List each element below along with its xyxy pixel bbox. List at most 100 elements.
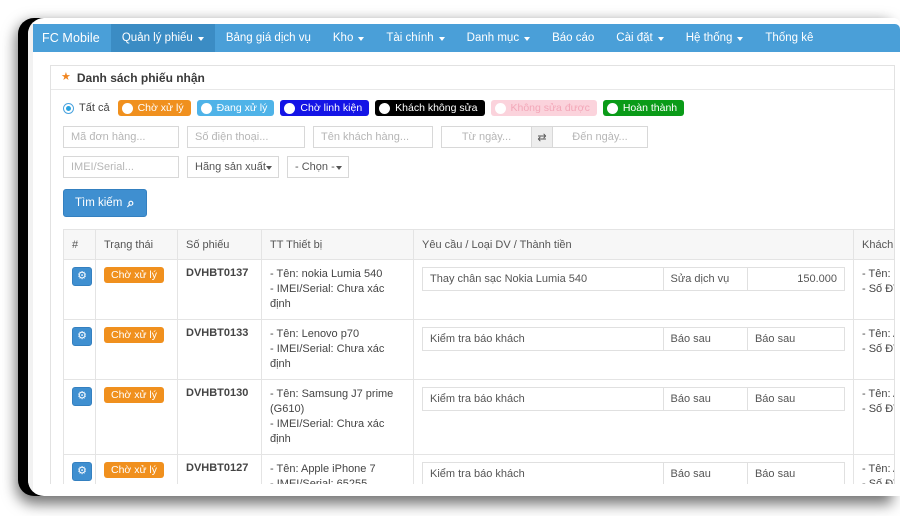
status-filter-label: Khách không sửa: [395, 102, 478, 114]
nav-item-4[interactable]: Danh mục: [456, 24, 541, 52]
table-row[interactable]: ⚙ Chờ xử lý DVHBT0127- Tên: Apple iPhone 7…: [63, 454, 894, 484]
chevron-down-icon: [358, 37, 365, 41]
nav-item-label: Kho: [332, 32, 354, 44]
nav-item-7[interactable]: Hệ thống: [675, 24, 755, 52]
nav-item-6[interactable]: Cài đặt: [605, 24, 674, 52]
request-amount: Báo sau: [746, 327, 846, 351]
to-date-input[interactable]: [553, 126, 648, 148]
gear-icon[interactable]: ⚙: [72, 462, 92, 481]
request-description: Thay chân sạc Nokia Lumia 540: [422, 267, 664, 291]
row-actions-cell: ⚙: [63, 319, 96, 380]
radio-dot-icon[interactable]: [121, 102, 133, 114]
request-cell: Kiểm tra báo khách Báo sau Báo sau: [413, 454, 854, 484]
status-filter-label: Hoàn thành: [622, 102, 678, 114]
gear-icon[interactable]: ⚙: [72, 387, 92, 406]
search-fields-row-2: Hãng sản xuất - Chọn -: [63, 156, 882, 178]
status-filter-3[interactable]: Chờ linh kiện: [280, 100, 370, 116]
manufacturer-select[interactable]: Hãng sản xuất: [187, 156, 279, 178]
status-filter-6[interactable]: Hoàn thành: [602, 100, 685, 116]
device-name-line: - Tên: Samsung J7 prime: [270, 388, 394, 400]
nav-item-3[interactable]: Tài chính: [375, 24, 455, 52]
column-header-device[interactable]: TT Thiết bị: [261, 229, 414, 260]
page-title: Danh sách phiếu nhận: [76, 70, 205, 85]
app-window: FC Mobile Quản lý phiếu Bảng giá dịch vụ K…: [28, 18, 900, 496]
device-imei-line: - IMEI/Serial: 65255: [270, 478, 368, 484]
request-service-type: Báo sau: [662, 387, 748, 411]
nav-item-1[interactable]: Bảng giá dịch vụ: [215, 24, 322, 52]
nav-item-2[interactable]: Kho: [322, 24, 375, 52]
column-header-index[interactable]: #: [63, 229, 96, 260]
manufacturer-select-label: Hãng sản xuất: [195, 161, 266, 173]
column-header-status[interactable]: Trạng thái: [95, 229, 178, 260]
model-select[interactable]: - Chọn -: [287, 156, 349, 178]
request-subtable-row: Kiểm tra báo khách Báo sau Báo sau: [422, 462, 846, 484]
status-cell: Chờ xử lý: [95, 259, 178, 320]
status-cell: Chờ xử lý: [95, 379, 178, 455]
device-info-cell: - Tên: Lenovo p70 - IMEI/Serial: Chưa xác…: [261, 319, 414, 380]
request-service-type: Báo sau: [662, 327, 748, 351]
status-filter-4[interactable]: Khách không sửa: [375, 100, 485, 116]
request-amount: Báo sau: [746, 387, 846, 411]
radio-dot-icon[interactable]: [200, 102, 212, 114]
device-info-cell: - Tên: nokia Lumia 540 - IMEI/Serial: Chư…: [261, 259, 414, 320]
status-cell: Chờ xử lý: [95, 319, 178, 380]
table-row[interactable]: ⚙ Chờ xử lý DVHBT0133 - Tên: Lenovo p70 - IM…: [63, 319, 894, 380]
device-imei-line: - IMEI/Serial: Chưa xác định: [270, 343, 385, 370]
radio-dot-icon[interactable]: [606, 102, 618, 114]
request-amount: Báo sau: [746, 462, 846, 484]
nav-item-5[interactable]: Báo cáo: [541, 24, 605, 52]
request-description: Kiểm tra báo khách: [422, 387, 664, 411]
phone-input[interactable]: [187, 126, 305, 148]
radio-dot-icon[interactable]: [494, 102, 506, 114]
nav-item-label: Báo cáo: [552, 32, 595, 44]
column-header-request[interactable]: Yêu cầu / Loại DV / Thành tiền: [413, 229, 854, 260]
gear-icon[interactable]: ⚙: [72, 327, 92, 346]
table-row[interactable]: ⚙ Chờ xử lý DVHBT0137- Tên: nokia Lumia 54…: [63, 259, 894, 320]
ticket-code-cell: DVHBT0137: [177, 259, 262, 320]
order-code-input[interactable]: [63, 126, 179, 148]
column-header-code[interactable]: Số phiếu: [177, 229, 262, 260]
swap-dates-icon[interactable]: ⇄: [531, 126, 553, 148]
row-actions-cell: ⚙: [63, 259, 96, 320]
customer-phone-line: - Số ĐT:: [862, 403, 894, 415]
radio-dot-icon[interactable]: [284, 102, 296, 114]
search-fields-row-1: ⇄: [63, 126, 882, 148]
ticket-code-cell: DVHBT0133: [177, 319, 262, 380]
ticket-code-cell: DVHBT0127: [177, 454, 262, 484]
request-cell: Kiểm tra báo khách Báo sau Báo sau: [413, 379, 854, 455]
chevron-down-icon: [524, 37, 531, 41]
request-service-type: Sửa dịch vụ: [662, 267, 748, 291]
nav-item-label: Quản lý phiếu: [121, 32, 193, 44]
radio-dot-icon[interactable]: [63, 102, 74, 114]
customer-phone-line: - Số ĐT:: [862, 283, 894, 295]
gear-icon[interactable]: ⚙: [72, 267, 92, 286]
column-header-customer[interactable]: Khách hàng: [853, 229, 894, 260]
status-filter-2[interactable]: Đang xử lý: [196, 100, 275, 116]
radio-dot-icon[interactable]: [379, 102, 391, 114]
customer-phone-line: - Số ĐT:: [862, 478, 894, 484]
status-filter-5[interactable]: Không sửa được: [490, 100, 597, 116]
nav-item-8[interactable]: Thống kê: [754, 24, 824, 52]
search-button[interactable]: Tìm kiếm ⌕: [63, 189, 147, 217]
status-filter-label: Chờ xử lý: [137, 102, 184, 114]
search-icon: ⌕: [127, 195, 135, 210]
nav-item-label: Cài đặt: [616, 32, 653, 44]
table-row[interactable]: ⚙ Chờ xử lý DVHBT0130- Tên: Samsung J7 pri…: [63, 379, 894, 455]
status-filter-1[interactable]: Chờ xử lý: [117, 100, 191, 116]
nav-item-label: Danh mục: [466, 32, 520, 44]
nav-item-0[interactable]: Quản lý phiếu: [110, 24, 215, 52]
status-filter-0[interactable]: Tất cả: [63, 102, 112, 114]
status-cell: Chờ xử lý: [95, 454, 178, 484]
brand-logo[interactable]: FC Mobile: [33, 24, 111, 52]
tickets-table-wrapper: # Trạng thái Số phiếu TT Thiết bị Yêu cầ…: [63, 229, 894, 484]
request-subtable: Kiểm tra báo khách Báo sau Báo sau: [422, 327, 846, 351]
customer-cell: - Tên: A - Số ĐT:: [853, 379, 894, 455]
device-info-cell: - Tên: Apple iPhone 7 - IMEI/Serial: 6525…: [261, 454, 414, 484]
table-header-row: # Trạng thái Số phiếu TT Thiết bị Yêu cầ…: [63, 229, 894, 260]
device-imei-line: - IMEI/Serial: Chưa xác định: [270, 418, 385, 445]
nav-item-label: Bảng giá dịch vụ: [225, 32, 311, 44]
customer-name-input[interactable]: [313, 126, 433, 148]
imei-input[interactable]: [63, 156, 179, 178]
device-imei-line: - IMEI/Serial: Chưa xác định: [270, 283, 385, 310]
from-date-input[interactable]: [441, 126, 531, 148]
